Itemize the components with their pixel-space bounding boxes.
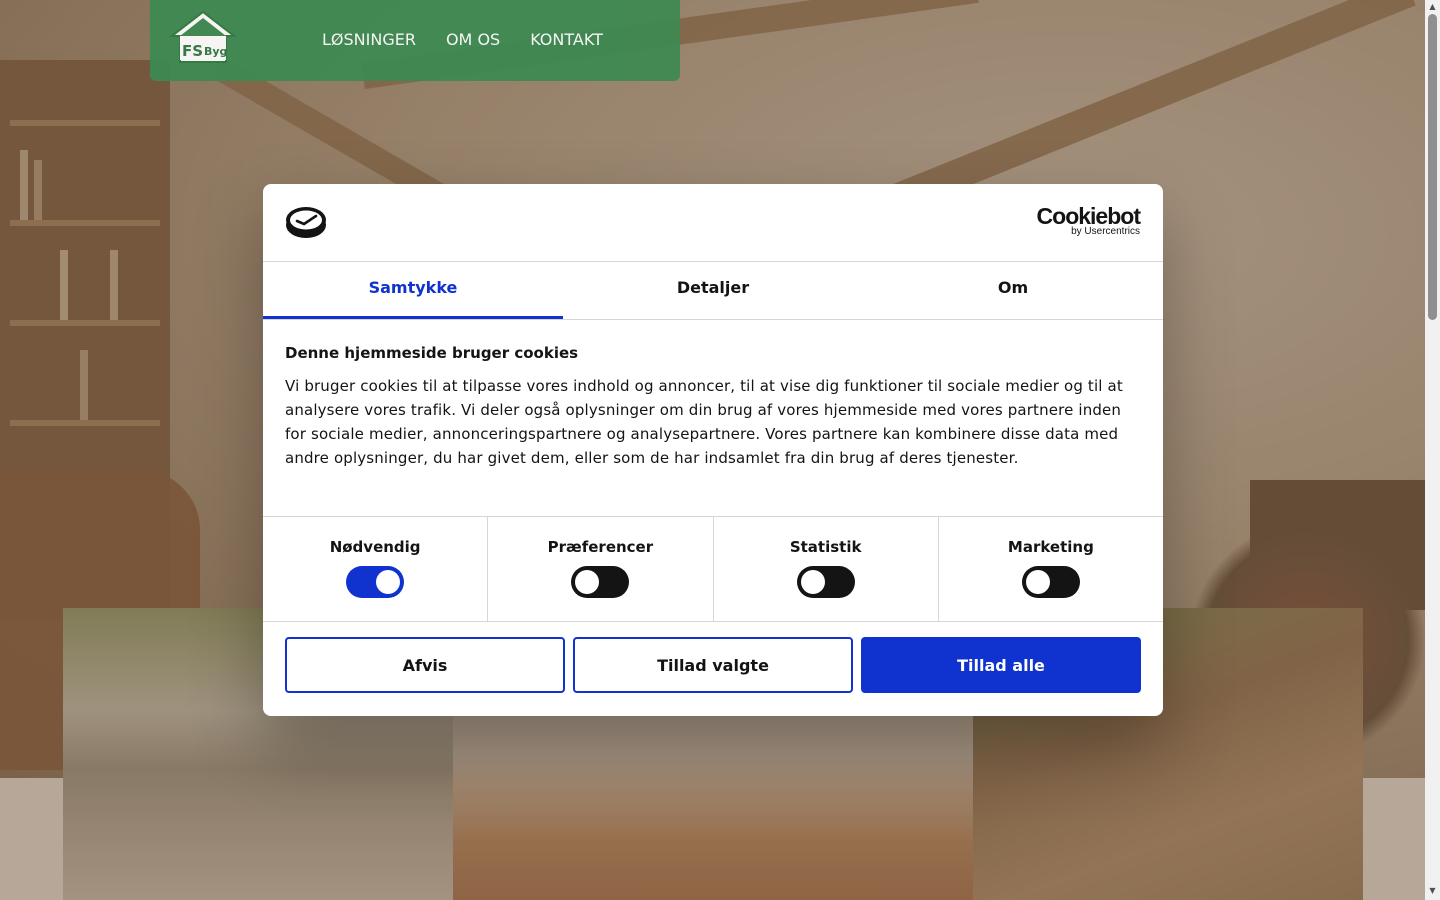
allow-selected-button[interactable]: Tillad valgte	[573, 637, 853, 693]
toggle-label-necessary: Nødvendig	[329, 538, 421, 556]
toggle-label-marketing: Marketing	[1007, 538, 1094, 556]
toggle-preferences[interactable]	[571, 566, 630, 598]
dialog-tabs: Samtykke Detaljer Om	[263, 262, 1163, 320]
svg-text:FS: FS	[182, 42, 203, 60]
nav-item-losninger[interactable]: LØSNINGER	[322, 30, 416, 49]
page-scrollbar[interactable]: ▲ ▼	[1425, 0, 1440, 900]
scroll-thumb[interactable]	[1428, 14, 1437, 320]
scroll-down-arrow-icon[interactable]: ▼	[1428, 886, 1437, 896]
tab-samtykke[interactable]: Samtykke	[263, 262, 563, 319]
tab-detaljer[interactable]: Detaljer	[563, 262, 863, 319]
toggle-cell-marketing: Marketing	[939, 517, 1163, 621]
toggle-knob	[800, 570, 825, 594]
toggle-label-statistics: Statistik	[789, 538, 862, 556]
cookie-consent-dialog: Cookiebot by Usercentrics Samtykke Detal…	[263, 184, 1163, 716]
brand-name: Cookiebot	[1036, 203, 1141, 229]
site-header: FS Byg LØSNINGER OM OS KONTAKT	[150, 0, 680, 81]
toggle-cell-preferences: Præferencer	[488, 517, 714, 621]
toggle-necessary[interactable]	[346, 566, 405, 598]
dialog-header: Cookiebot by Usercentrics	[263, 184, 1163, 262]
main-nav: LØSNINGER OM OS KONTAKT	[322, 30, 603, 49]
toggle-cell-necessary: Nødvendig	[263, 517, 489, 621]
tab-om[interactable]: Om	[863, 262, 1163, 319]
svg-text:Byg: Byg	[204, 45, 227, 58]
toggle-marketing[interactable]	[1021, 566, 1080, 598]
toggle-knob	[575, 570, 600, 594]
deny-button[interactable]: Afvis	[285, 637, 565, 693]
toggle-label-preferences: Præferencer	[547, 538, 654, 556]
dialog-description: Vi bruger cookies til at tilpasse vores …	[285, 377, 1123, 467]
toggle-cell-statistics: Statistik	[714, 517, 939, 621]
scroll-up-arrow-icon[interactable]: ▲	[1428, 2, 1437, 12]
toggle-knob	[1025, 570, 1050, 594]
nav-item-kontakt[interactable]: KONTAKT	[530, 30, 603, 49]
cookiebot-brand[interactable]: Cookiebot by Usercentrics	[1036, 203, 1141, 237]
nav-item-om-os[interactable]: OM OS	[446, 30, 500, 49]
cookie-logo-icon	[286, 207, 326, 238]
dialog-buttons: Afvis Tillad valgte Tillad alle	[285, 637, 1141, 693]
toggle-knob	[376, 570, 401, 594]
fs-byg-logo[interactable]: FS Byg	[170, 10, 236, 64]
allow-all-button[interactable]: Tillad alle	[861, 637, 1141, 693]
dialog-title: Denne hjemmeside bruger cookies	[285, 344, 579, 362]
consent-toggles: Nødvendig Præferencer Statistik Marketin…	[263, 516, 1163, 622]
toggle-statistics[interactable]	[796, 566, 855, 598]
